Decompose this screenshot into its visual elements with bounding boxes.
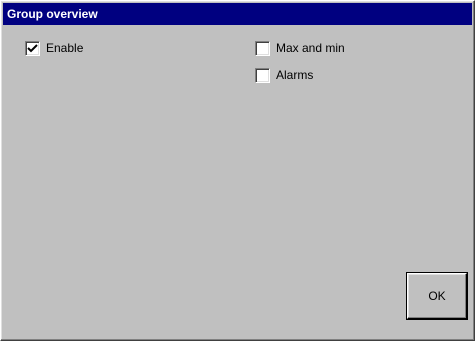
max-and-min-checkbox[interactable]: Max and min xyxy=(255,39,345,57)
alarms-checkbox-label: Alarms xyxy=(276,68,314,82)
dialog-title: Group overview xyxy=(3,3,472,25)
enable-checkbox-label: Enable xyxy=(46,41,84,55)
alarms-checkbox-box[interactable] xyxy=(255,67,270,83)
max-and-min-checkbox-label: Max and min xyxy=(276,41,345,55)
enable-checkbox[interactable]: Enable xyxy=(25,39,83,57)
check-icon xyxy=(27,43,38,52)
group-overview-dialog: Group overview Enable Max and min Alarms… xyxy=(0,0,475,341)
ok-button[interactable]: OK xyxy=(407,273,467,319)
max-and-min-checkbox-box[interactable] xyxy=(255,40,270,56)
enable-checkbox-box[interactable] xyxy=(25,40,40,56)
alarms-checkbox[interactable]: Alarms xyxy=(255,66,313,84)
